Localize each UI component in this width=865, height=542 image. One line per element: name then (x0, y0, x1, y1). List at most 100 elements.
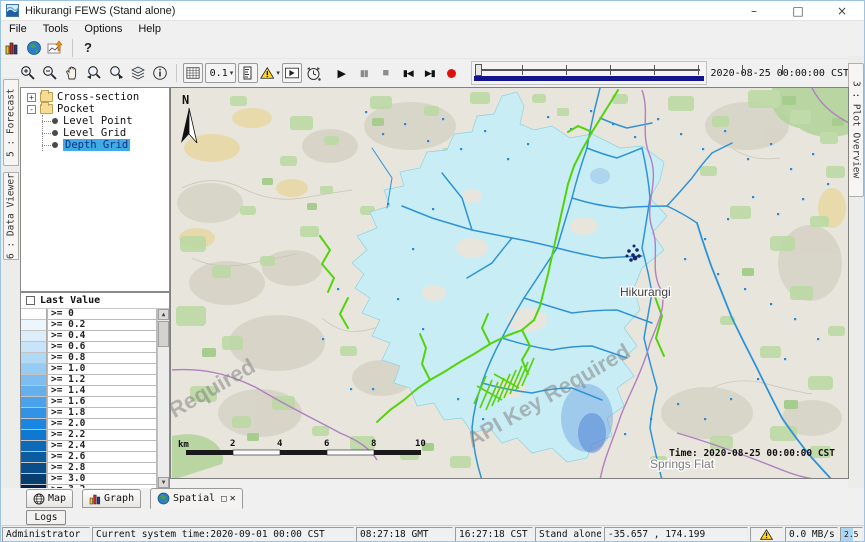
menu-help[interactable]: Help (130, 23, 169, 35)
tab-close-icon[interactable]: ✕ (230, 493, 236, 504)
legend-swatch (21, 463, 47, 474)
left-tab-strip: 5 : Forecast 6 : Data Viewer (1, 77, 20, 488)
menu-tools[interactable]: Tools (35, 23, 77, 35)
legend-row: >= 0 (21, 309, 169, 320)
map-display-icon[interactable] (24, 38, 44, 58)
legend-swatch (21, 386, 47, 397)
window-title: Hikurangi FEWS (Stand alone) (25, 5, 175, 17)
legend-panel: Last Value >= 0 >= 0.2 >= 0.4 >= 0.6 >= … (20, 292, 170, 488)
legend-row: >= 1.2 (21, 375, 169, 386)
menu-options[interactable]: Options (76, 23, 130, 35)
tree-item-pocket[interactable]: - Pocket (21, 103, 169, 115)
maximize-button[interactable]: □ (776, 1, 820, 20)
map-viewport[interactable]: API Key Required API Key Required N km 2… (170, 87, 849, 479)
tab-map-label: Map (48, 493, 66, 504)
node-bullet-icon (52, 118, 58, 124)
last-value-checkbox[interactable] (26, 296, 35, 305)
scroll-up-icon[interactable]: ▲ (158, 309, 169, 320)
tab-data-viewer[interactable]: 6 : Data Viewer (3, 172, 19, 260)
forecast-manager-icon[interactable] (2, 38, 22, 58)
zoom-in-icon[interactable] (18, 63, 38, 83)
legend-row: >= 0.2 (21, 320, 169, 331)
tab-map[interactable]: Map (26, 489, 73, 508)
legend-row: >= 0.6 (21, 342, 169, 353)
tab-spatial[interactable]: Spatial □ ✕ (150, 488, 243, 509)
status-warning-cell[interactable] (750, 527, 783, 542)
toolbar-separator (72, 39, 73, 57)
chevron-down-icon: ▾ (230, 69, 234, 77)
tree-item-level-grid[interactable]: Level Grid (21, 127, 169, 139)
zoom-previous-icon[interactable] (84, 63, 104, 83)
last-value-label: Last Value (40, 295, 100, 306)
tree-item-depth-grid[interactable]: Depth Grid (21, 139, 169, 151)
main-toolbar: ? (1, 37, 864, 59)
chevron-down-icon: ▾ (276, 69, 280, 77)
animation-panel-button[interactable] (282, 63, 302, 83)
time-slider[interactable] (471, 61, 707, 85)
info-icon[interactable] (150, 63, 170, 83)
help-button[interactable]: ? (78, 40, 98, 55)
right-tab-strip: 3 : Plot Overview (848, 56, 865, 488)
timer-icon[interactable] (304, 63, 324, 83)
tree-item-label: Level Point (63, 115, 133, 127)
play-button[interactable]: ▶ (332, 63, 352, 83)
folder-icon (40, 92, 53, 102)
tree-item-label: Level Grid (63, 127, 126, 139)
grid-display-button[interactable] (183, 63, 203, 83)
scroll-down-icon[interactable]: ▼ (158, 477, 169, 488)
logs-button[interactable]: Logs (26, 510, 66, 525)
tab-spatial-label: Spatial (173, 493, 215, 504)
tab-graph[interactable]: Graph (82, 489, 141, 508)
zoom-next-icon[interactable] (106, 63, 126, 83)
menu-file[interactable]: File (1, 23, 35, 35)
status-user: Administrator (2, 527, 90, 542)
tab-forecast[interactable]: 5 : Forecast (3, 79, 19, 166)
legend-swatch (21, 342, 47, 353)
expander-icon[interactable]: - (27, 105, 36, 114)
legend-row: >= 2.6 (21, 452, 169, 463)
pause-button[interactable]: ▮▮ (354, 63, 374, 83)
svg-text:8: 8 (371, 439, 376, 449)
expander-icon[interactable]: + (27, 93, 36, 102)
zoom-out-icon[interactable] (40, 63, 60, 83)
tab-restore-icon[interactable]: □ (221, 494, 226, 504)
interval-dropdown[interactable]: 0.1 ▾ (205, 63, 236, 83)
map-time-label: Time: 2020-08-25 00:00:00 CST (669, 448, 835, 459)
svg-text:4: 4 (277, 439, 283, 449)
legend-swatch (21, 408, 47, 419)
scale-button[interactable] (238, 63, 258, 83)
legend-row: >= 1.6 (21, 397, 169, 408)
spatial-display-icon[interactable] (46, 38, 66, 58)
pan-hand-icon[interactable] (62, 63, 82, 83)
warning-dropdown[interactable]: ▾ (260, 63, 280, 83)
time-slider-handle[interactable] (475, 64, 482, 76)
tab-plot-overview[interactable]: 3 : Plot Overview (848, 63, 864, 197)
legend-swatch (21, 320, 47, 331)
place-label: Springs Flat (650, 457, 715, 471)
svg-text:10: 10 (415, 439, 426, 449)
legend-row: >= 0.4 (21, 331, 169, 342)
map-toolbar: 0.1 ▾ ▾ ▶ ▮▮ ■ ▮◀ ▶▮ (1, 59, 849, 87)
close-button[interactable]: × (820, 1, 864, 20)
minimize-button[interactable]: – (732, 1, 776, 20)
record-button[interactable] (442, 63, 462, 83)
layers-icon[interactable] (128, 63, 148, 83)
legend-scrollbar[interactable]: ▲ ▼ (157, 309, 169, 488)
tree-item-level-point[interactable]: Level Point (21, 115, 169, 127)
svg-text:2: 2 (230, 439, 235, 449)
status-data-rate: 0.0 MB/s (785, 527, 838, 542)
status-coordinates: -35.657 , 174.199 (604, 527, 748, 542)
skip-to-end-button[interactable]: ▶▮ (420, 63, 440, 83)
legend-swatch (21, 474, 47, 485)
scroll-thumb[interactable] (158, 321, 169, 347)
legend-row: >= 1.4 (21, 386, 169, 397)
tree-item-label: Pocket (57, 103, 95, 115)
legend-row: >= 2.2 (21, 430, 169, 441)
globe-icon (157, 492, 170, 505)
status-system-time: Current system time:2020-09-01 00:00 CST (92, 527, 354, 542)
stop-button[interactable]: ■ (376, 63, 396, 83)
current-map-datetime: 2020-08-25 00:00:00 CST (711, 68, 849, 79)
app-icon (6, 4, 19, 17)
skip-to-start-button[interactable]: ▮◀ (398, 63, 418, 83)
legend-swatch (21, 364, 47, 375)
